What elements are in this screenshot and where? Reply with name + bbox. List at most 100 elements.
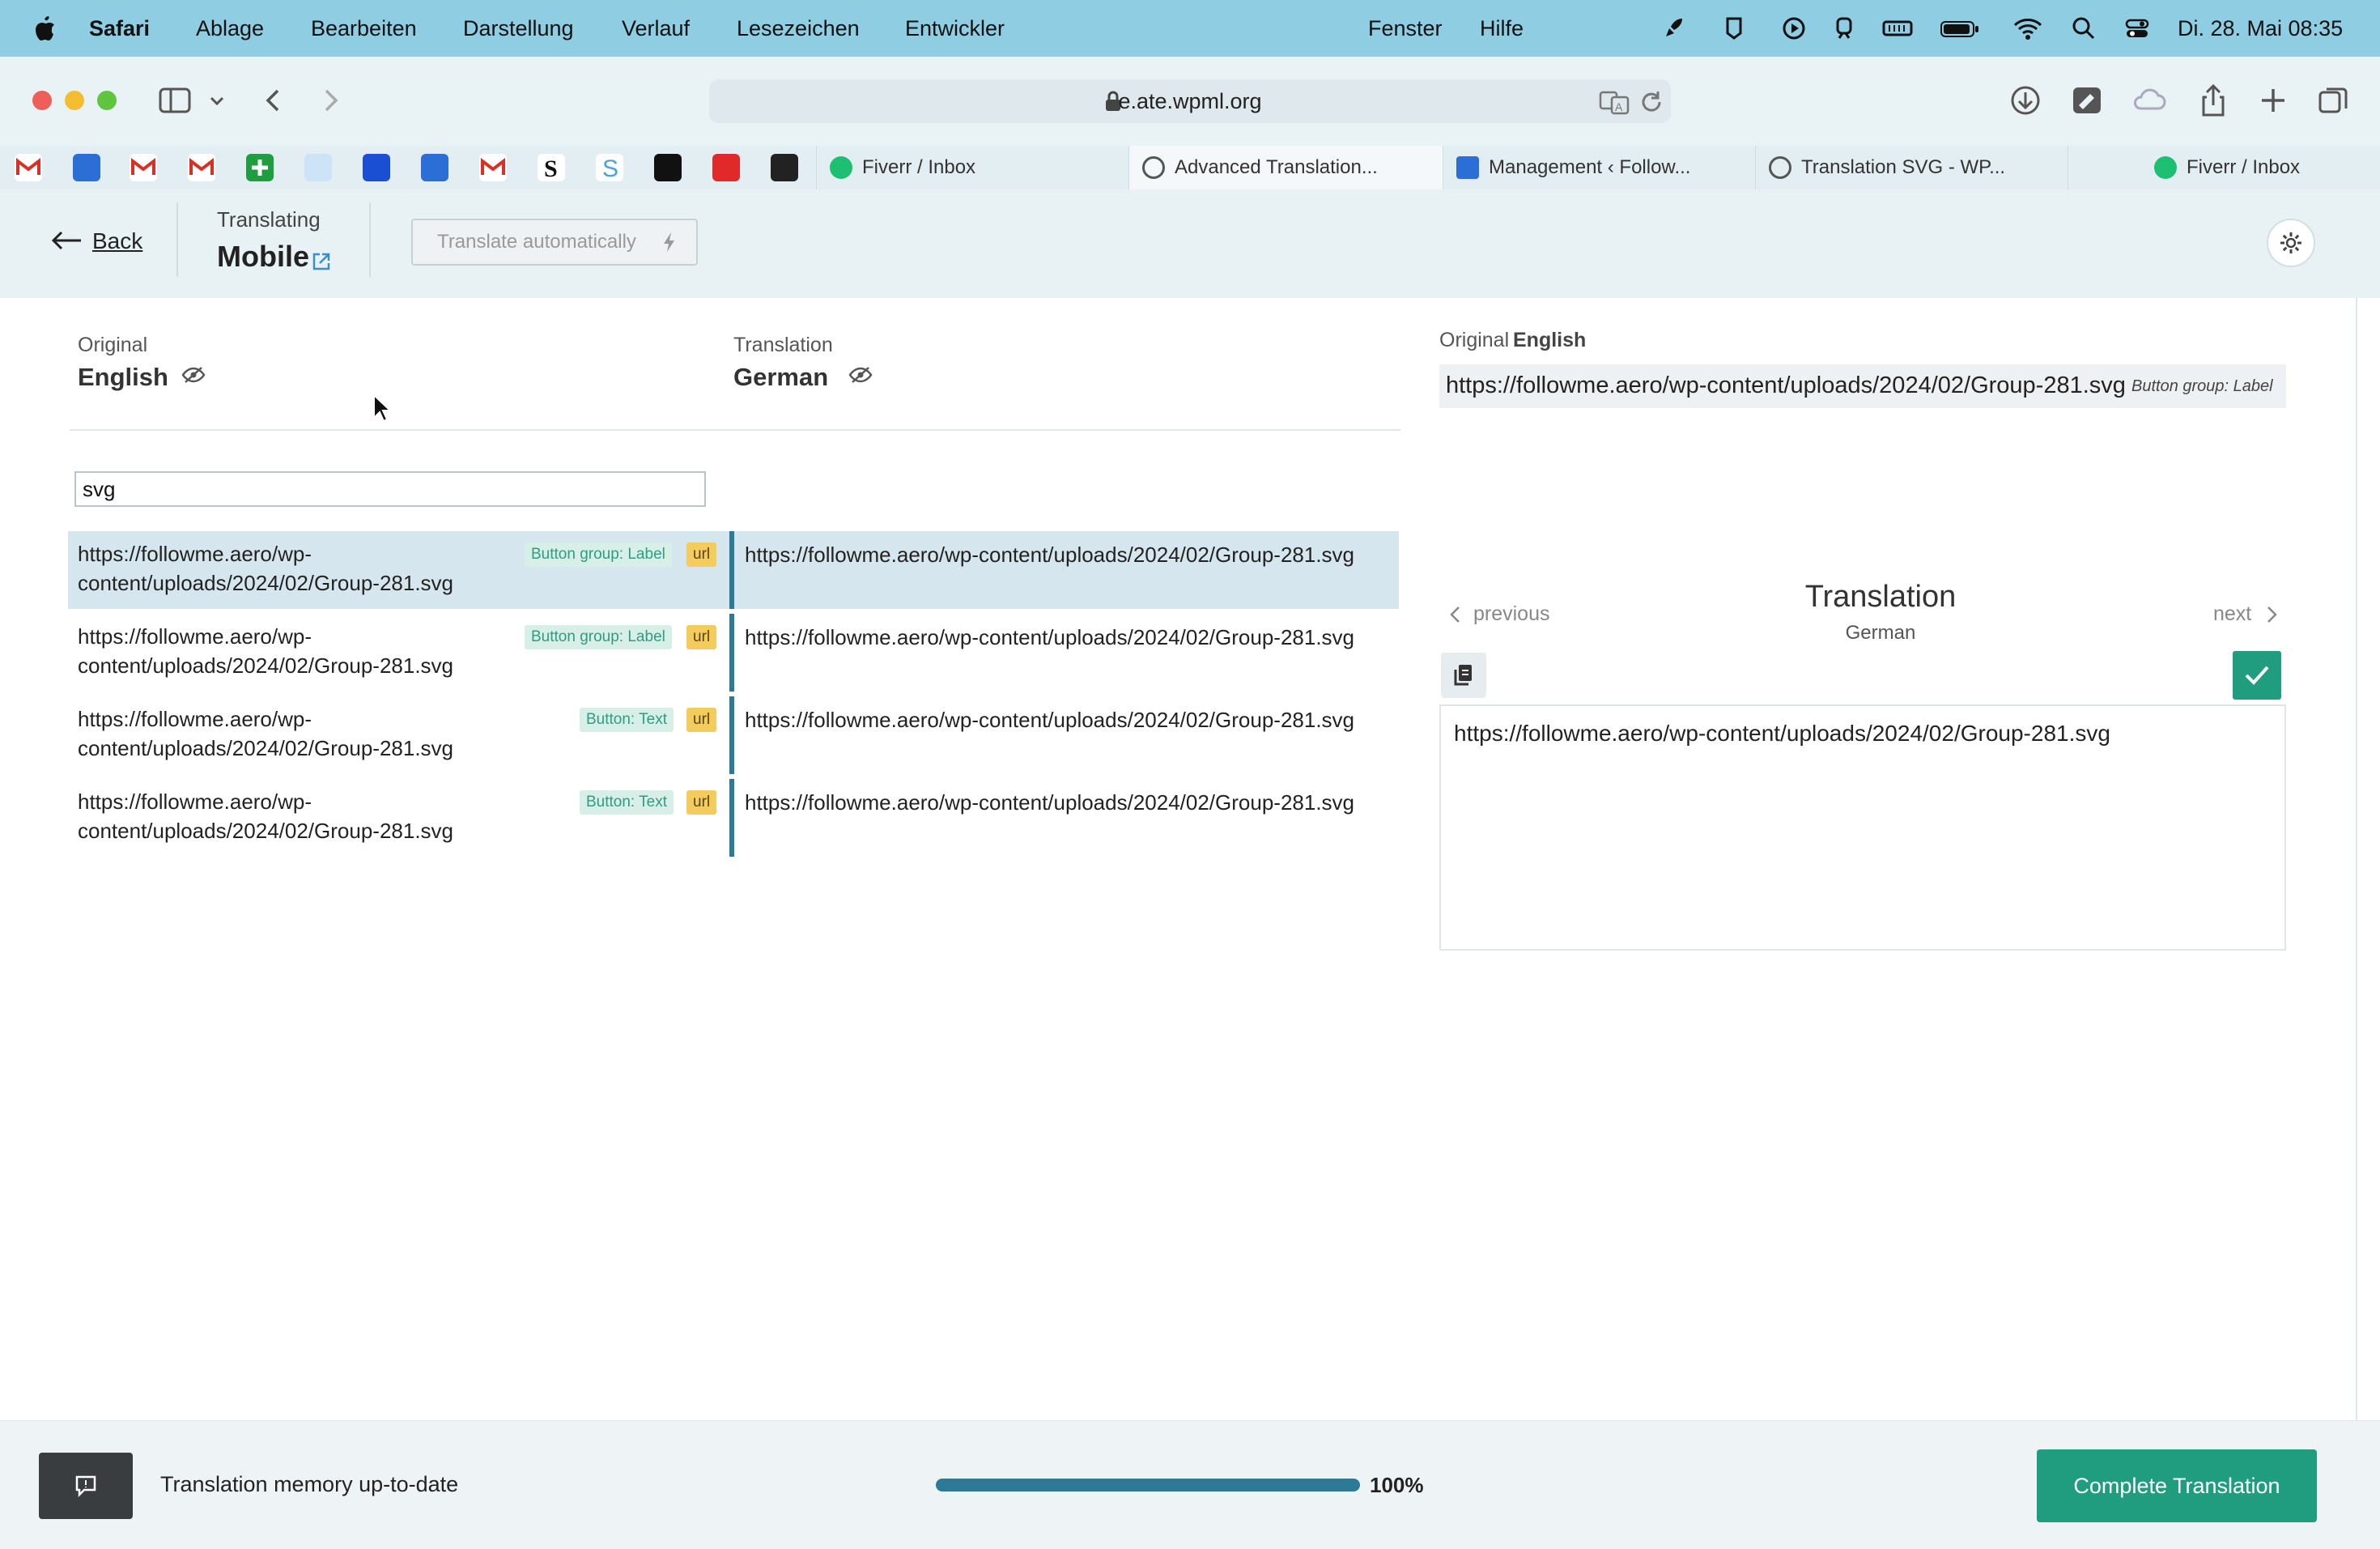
tab-3[interactable]: Translation SVG - WP... (1755, 146, 2068, 189)
rocket-icon[interactable] (1661, 15, 1687, 41)
menu-lesezeichen[interactable]: Lesezeichen (737, 0, 860, 57)
eye-slash-icon[interactable] (848, 366, 873, 384)
s-bookmark-icon[interactable]: S (538, 154, 565, 182)
next-button[interactable]: next (2213, 602, 2251, 626)
train-icon[interactable] (1831, 15, 1857, 41)
wpml-icon (1769, 156, 1791, 179)
infinity-icon[interactable] (654, 154, 682, 181)
tab-4[interactable]: Fiverr / Inbox (2068, 146, 2380, 189)
downloads-icon[interactable] (2008, 83, 2043, 118)
back-nav-icon[interactable] (256, 83, 291, 118)
tab-label: Advanced Translation... (1175, 156, 1378, 178)
extension-icon[interactable] (2069, 83, 2105, 118)
type-badge: url (686, 790, 717, 815)
original-language: English (78, 363, 168, 391)
row-divider (729, 696, 734, 774)
menu-app-name[interactable]: Safari (89, 0, 150, 57)
menu-entwickler[interactable]: Entwickler (905, 0, 1005, 57)
chevron-right-icon[interactable] (2263, 604, 2280, 625)
memory-icon[interactable] (1881, 15, 1914, 41)
source-text-line: https://followme.aero/wp- (78, 542, 312, 566)
original-text: https://followme.aero/wp-content/uploads… (1446, 372, 2126, 398)
gear-icon (2280, 232, 2301, 253)
confirm-translation-button[interactable] (2233, 651, 2281, 700)
menu-ablage[interactable]: Ablage (196, 0, 264, 57)
management-icon (1456, 156, 1479, 179)
progress-percent: 100% (1370, 1473, 1424, 1497)
source-text: https://followme.aero/wp-content/uploads… (78, 622, 531, 680)
menubar-clock[interactable]: Di. 28. Mai 08:35 (2178, 0, 2343, 57)
share-icon[interactable] (2195, 83, 2231, 118)
apple-icon[interactable] (32, 15, 57, 42)
panel-original-language: English (1513, 329, 1587, 351)
chevron-down-icon[interactable] (204, 83, 230, 118)
tab-0[interactable]: Fiverr / Inbox (816, 146, 1129, 189)
shield-icon[interactable] (1721, 15, 1747, 41)
fiverr-icon (830, 156, 852, 179)
source-text-line: content/uploads/2024/02/Group-281.svg (78, 653, 454, 678)
macos-menubar: Safari Ablage Bearbeiten Darstellung Ver… (0, 0, 2380, 57)
flask-icon[interactable] (304, 154, 332, 181)
minimize-window-button[interactable] (65, 91, 84, 110)
sidebar-icon[interactable] (157, 83, 193, 118)
new-tab-icon[interactable] (2255, 83, 2291, 118)
bookmark-icon[interactable] (712, 154, 740, 181)
chevron-left-icon[interactable] (1447, 604, 1464, 625)
gmail-icon[interactable] (130, 154, 157, 181)
string-row[interactable]: https://followme.aero/wp-content/uploads… (68, 696, 1399, 774)
forward-nav-icon[interactable] (312, 83, 348, 118)
svg-text:S: S (544, 155, 558, 181)
string-row[interactable]: https://followme.aero/wp-content/uploads… (68, 614, 1399, 692)
gmail-icon[interactable] (479, 154, 507, 181)
source-text: https://followme.aero/wp-content/uploads… (78, 787, 531, 845)
arrow-left-icon[interactable] (50, 230, 83, 251)
copy-original-button[interactable] (1441, 653, 1486, 698)
menu-fenster[interactable]: Fenster (1368, 0, 1443, 57)
divider (369, 202, 371, 277)
external-link-icon[interactable] (311, 251, 332, 272)
cloud-icon[interactable] (2131, 83, 2166, 118)
battery-icon[interactable] (1940, 15, 1980, 41)
search-input[interactable] (78, 473, 711, 505)
tab-overview-icon[interactable] (2315, 83, 2351, 118)
zoom-window-button[interactable] (97, 91, 117, 110)
type-badge: url (686, 625, 717, 649)
original-context-tag: Button group: Label (2131, 377, 2273, 395)
site-bookmark-icon[interactable] (73, 154, 100, 181)
wpml-icon (1142, 156, 1165, 179)
string-row[interactable]: https://followme.aero/wp-content/uploads… (68, 531, 1399, 609)
bookmark-icon[interactable] (363, 154, 390, 181)
tab-1[interactable]: Advanced Translation... (1128, 146, 1443, 189)
menu-hilfe[interactable]: Hilfe (1480, 0, 1524, 57)
eye-slash-icon[interactable] (181, 366, 206, 384)
gmail-icon[interactable] (15, 154, 42, 181)
source-text-line: content/uploads/2024/02/Group-281.svg (78, 571, 454, 595)
translate-icon[interactable]: A (1598, 89, 1630, 115)
row-divider (729, 531, 734, 609)
gmail-icon[interactable] (188, 154, 215, 181)
menu-darstellung[interactable]: Darstellung (463, 0, 574, 57)
control-center-icon[interactable] (2124, 15, 2150, 41)
mouse-cursor-icon (373, 394, 392, 423)
s-bookmark-icon[interactable]: S (596, 154, 623, 182)
reload-icon[interactable] (1638, 89, 1664, 115)
translation-editor-text[interactable]: https://followme.aero/wp-content/uploads… (1454, 721, 2110, 747)
wifi-icon[interactable] (2012, 15, 2043, 41)
comment-button[interactable] (39, 1453, 133, 1519)
bookmark-icon[interactable] (771, 154, 798, 181)
site-bookmark-icon[interactable] (421, 154, 448, 181)
play-icon[interactable] (1781, 15, 1807, 41)
close-window-button[interactable] (32, 91, 52, 110)
string-row[interactable]: https://followme.aero/wp-content/uploads… (68, 779, 1399, 857)
divider (176, 202, 178, 277)
previous-button[interactable]: previous (1473, 602, 1550, 626)
back-link[interactable]: Back (92, 228, 142, 254)
panel-edge (2356, 298, 2357, 1420)
address-text[interactable]: e.ate.wpml.org (709, 79, 1671, 123)
menu-bearbeiten[interactable]: Bearbeiten (311, 0, 417, 57)
search-icon[interactable] (2071, 15, 2097, 41)
tab-2[interactable]: Management ‹ Follow... (1443, 146, 1756, 189)
menu-verlauf[interactable]: Verlauf (622, 0, 690, 57)
sheets-icon[interactable] (246, 154, 274, 181)
settings-button[interactable] (2267, 219, 2315, 267)
